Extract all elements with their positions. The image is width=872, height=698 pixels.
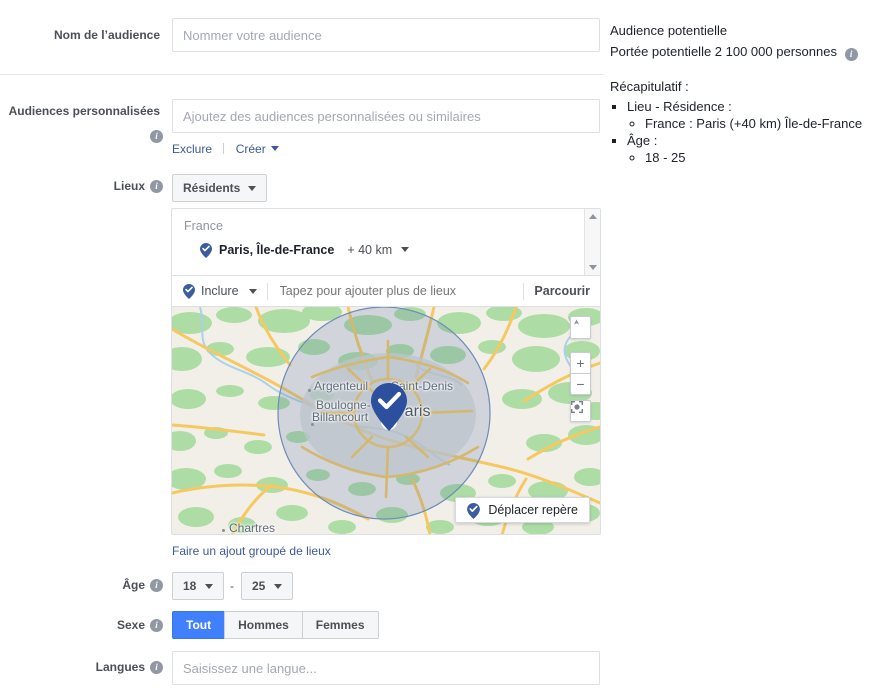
summary-sublist-item: 18 - 25 [645,149,872,166]
map-pin-icon [183,283,195,299]
link-separator [223,143,225,154]
divider [523,282,525,300]
info-icon[interactable]: i [150,130,163,143]
audience-name-input[interactable] [172,18,600,52]
summary-sublist: France : Paris (+40 km) Île-de-France [627,115,872,132]
section-divider [0,74,603,75]
info-icon[interactable]: i [150,180,163,193]
scroll-up-arrow-icon[interactable] [585,209,600,224]
locations-label: Lieux [0,179,145,194]
zoom-out-label: − [576,376,585,392]
age-label: Âge [0,578,145,593]
location-map[interactable]: Argenteuil Saint-Denis Boulogne- Billanc… [172,306,600,534]
custom-audiences-label: Audiences personnalisées [0,104,160,119]
languages-input[interactable] [172,651,600,685]
gender-option-all[interactable]: Tout [172,611,225,639]
map-city-dot [311,423,314,426]
custom-audiences-label-text: Audiences personnalisées [8,104,160,118]
age-min-value: 18 [183,579,197,593]
info-icon[interactable]: i [150,619,163,632]
custom-audiences-input[interactable] [172,99,600,133]
chevron-down-icon[interactable] [270,146,279,151]
custom-audiences-links: Exclure Créer [172,142,279,156]
audience-name-label: Nom de l’audience [0,28,160,43]
browse-button[interactable]: Parcourir [534,284,590,298]
location-country: France [184,219,223,233]
zoom-in-label: + [576,355,585,371]
map-pin-icon [200,242,212,258]
create-link[interactable]: Créer [236,142,266,156]
residency-dropdown-button[interactable]: Résidents [172,174,268,202]
residency-dropdown-label: Résidents [183,181,241,195]
summary-item-label: Âge : [627,133,658,148]
chevron-down-icon [274,583,282,589]
summary-sublist-item: France : Paris (+40 km) Île-de-France [645,115,872,132]
include-dropdown[interactable]: Inclure [183,283,257,299]
form-column: Nom de l’audience Audiences personnalisé… [0,0,603,698]
locations-label-text: Lieux [113,179,145,193]
chevron-down-icon [205,583,213,589]
potential-reach: Portée potentielle 2 100 000 personnes i [610,43,872,61]
gender-option-women[interactable]: Femmes [301,611,379,639]
summary-title: Audience potentielle [610,23,728,38]
locations-box: France Paris, Île-de-France + 40 km Incl… [171,208,601,535]
gender-label: Sexe [0,618,145,633]
summary-recap-title: Récapitulatif : [610,79,689,94]
age-max-value: 25 [252,579,266,593]
location-list-item[interactable]: Paris, Île-de-France + 40 km [200,242,600,258]
age-max-dropdown[interactable]: 25 [241,572,293,600]
location-name: Paris, Île-de-France [219,243,335,257]
location-radius-value: + 40 km [347,243,393,257]
chevron-down-icon [248,185,257,191]
info-icon[interactable]: i [150,579,163,592]
zoom-out-button[interactable]: − [570,373,591,395]
chevron-down-icon [400,247,409,252]
audience-targeting-form: Nom de l’audience Audiences personnalisé… [0,0,872,698]
selected-locations-list: France Paris, Île-de-France + 40 km [172,209,600,275]
location-search-row: Inclure Parcourir [172,275,600,306]
age-label-text: Âge [122,578,145,592]
move-pin-label: Déplacer repère [488,503,578,517]
audience-name-label-text: Nom de l’audience [53,28,160,42]
age-min-dropdown[interactable]: 18 [172,572,224,600]
bulk-add-locations-link[interactable]: Faire un ajout groupé de lieux [172,544,331,558]
age-range-separator: - [230,579,234,593]
gender-toggle-group: Tout Hommes Femmes [172,611,379,639]
summary-list-item: Âge : 18 - 25 [627,132,872,166]
location-search-input[interactable] [277,283,514,299]
scroll-down-arrow-icon[interactable] [585,260,600,275]
divider [266,282,268,300]
locations-scrollbar[interactable] [584,209,600,275]
gender-label-text: Sexe [116,618,145,632]
map-pin-icon [467,502,481,519]
info-icon[interactable]: i [150,661,163,674]
summary-item-label: Lieu - Résidence : [627,99,732,114]
zoom-in-button[interactable]: + [570,352,591,374]
potential-reach-text: Portée potentielle 2 100 000 personnes [610,44,837,59]
audience-summary-panel: Audience potentielle Portée potentielle … [610,0,872,166]
include-dropdown-label: Inclure [201,284,239,298]
gender-option-men[interactable]: Hommes [224,611,302,639]
languages-label: Langues [0,660,145,675]
exclude-link[interactable]: Exclure [172,142,212,156]
info-icon[interactable]: i [844,48,858,61]
languages-label-text: Langues [95,660,145,674]
location-radius-dropdown[interactable]: + 40 km [347,242,409,258]
summary-list-item: Lieu - Résidence : France : Paris (+40 k… [627,98,872,132]
summary-sublist: 18 - 25 [627,149,872,166]
map-city-dot [222,529,225,532]
compass-icon[interactable] [570,316,591,339]
summary-list: Lieu - Résidence : France : Paris (+40 k… [610,98,872,166]
move-pin-button[interactable]: Déplacer repère [455,497,590,523]
locate-icon[interactable] [570,400,591,422]
map-city-dot [308,389,311,392]
chevron-down-icon [248,288,257,294]
